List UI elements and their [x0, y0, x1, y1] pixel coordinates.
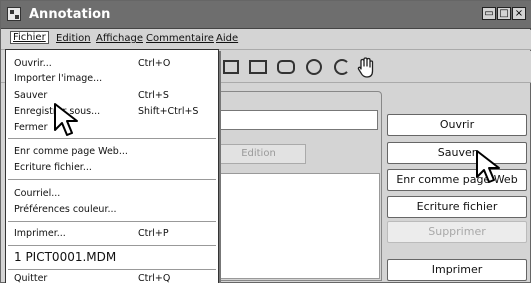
- file-menu-dropdown: Ouvrir... Ctrl+O Importer l'image... Sau…: [5, 49, 219, 283]
- menu-preferences-couleur[interactable]: Préférences couleur...: [14, 204, 117, 215]
- sauver-button[interactable]: Sauver: [387, 142, 527, 164]
- shortcut-quitter: Ctrl+Q: [138, 273, 171, 283]
- shortcut-ouvrir: Ctrl+O: [138, 58, 171, 69]
- ellipse-tool-icon[interactable]: [306, 59, 322, 75]
- menu-importer-image[interactable]: Importer l'image...: [14, 73, 102, 84]
- close-button[interactable]: ×: [512, 7, 526, 20]
- menu-recent-file[interactable]: 1 PICT0001.MDM: [14, 250, 116, 264]
- menu-edition[interactable]: Edition: [56, 33, 91, 44]
- ouvrir-button[interactable]: Ouvrir: [387, 114, 527, 136]
- freeform-tool-icon[interactable]: [334, 59, 350, 75]
- menu-fermer[interactable]: Fermer: [14, 122, 48, 133]
- supprimer-button: Supprimer: [387, 221, 527, 243]
- menu-separator: [8, 245, 216, 246]
- menu-courriel[interactable]: Courriel...: [14, 188, 60, 199]
- pointer-cursor-icon: [476, 150, 500, 183]
- menu-imprimer[interactable]: Imprimer...: [14, 228, 66, 239]
- edition-button: Edition: [211, 144, 306, 164]
- rectangle-tool-icon[interactable]: [249, 60, 267, 74]
- shortcut-imprimer: Ctrl+P: [138, 228, 169, 239]
- window-controls: ▭ □ ×: [482, 7, 526, 20]
- menu-ecriture-fichier[interactable]: Ecriture fichier...: [14, 162, 92, 173]
- menu-fichier[interactable]: Fichier: [10, 31, 49, 44]
- imprimer-button[interactable]: Imprimer: [387, 259, 527, 281]
- menu-aide[interactable]: Aide: [216, 33, 238, 44]
- menu-separator: [8, 221, 216, 222]
- app-icon: [7, 7, 21, 21]
- pointer-cursor-icon: [54, 103, 78, 136]
- menu-bar: Fichier Edition Affichage Commentaire Ai…: [1, 30, 531, 50]
- ecriture-fichier-button[interactable]: Ecriture fichier: [387, 196, 527, 218]
- frame-tool-icon[interactable]: [223, 60, 239, 74]
- annotation-window: Annotation ▭ □ × Fichier Edition Afficha…: [0, 0, 531, 283]
- menu-enr-page-web[interactable]: Enr comme page Web...: [14, 146, 128, 157]
- shortcut-enregistrer-sous: Shift+Ctrl+S: [138, 106, 199, 117]
- title-bar: Annotation ▭ □ ×: [1, 1, 531, 29]
- menu-separator: [8, 269, 216, 270]
- maximize-button[interactable]: □: [497, 7, 511, 20]
- rounded-rectangle-tool-icon[interactable]: [277, 60, 295, 74]
- menu-separator: [8, 179, 216, 180]
- menu-commentaire[interactable]: Commentaire: [146, 33, 214, 44]
- menu-ouvrir[interactable]: Ouvrir...: [14, 58, 52, 69]
- shortcut-sauver: Ctrl+S: [138, 90, 169, 101]
- window-title: Annotation: [29, 7, 111, 22]
- menu-quitter[interactable]: Quitter: [14, 273, 47, 283]
- enr-page-web-button[interactable]: Enr comme page Web: [387, 169, 527, 191]
- menu-sauver[interactable]: Sauver: [14, 90, 47, 101]
- menu-affichage[interactable]: Affichage: [96, 33, 143, 44]
- minimize-button[interactable]: ▭: [482, 7, 496, 20]
- menu-separator: [8, 138, 216, 139]
- hand-tool-icon[interactable]: [356, 57, 376, 78]
